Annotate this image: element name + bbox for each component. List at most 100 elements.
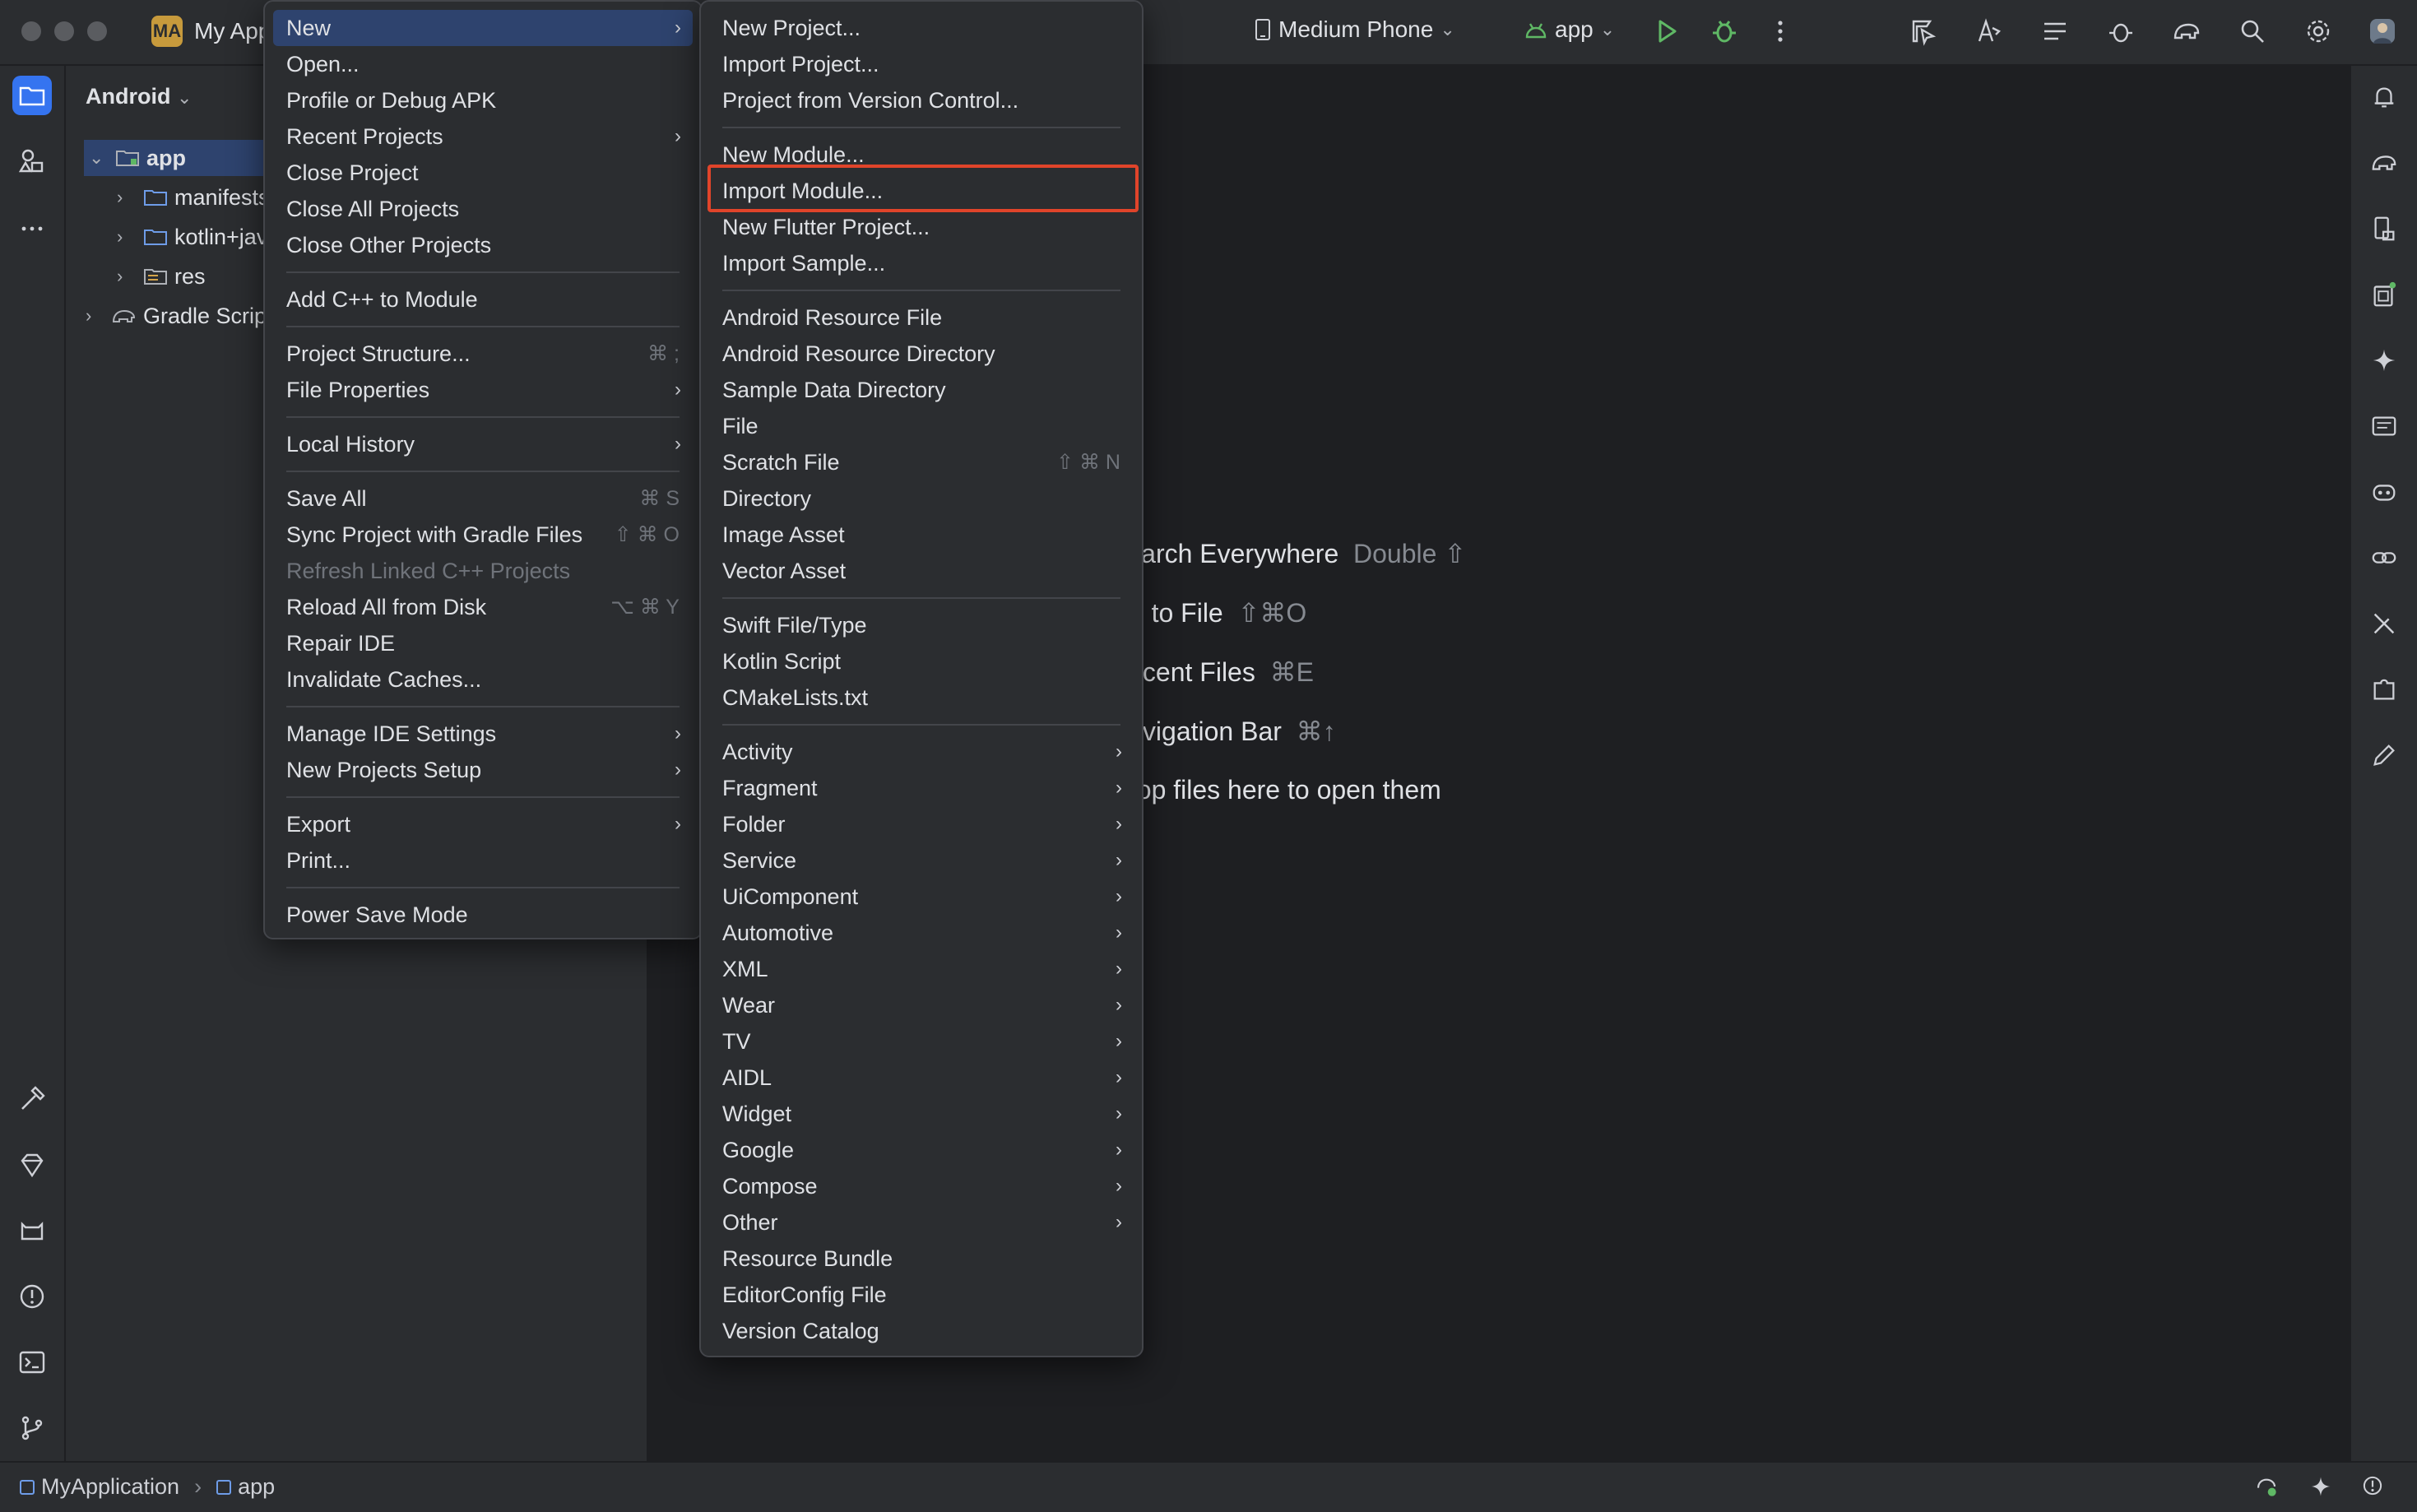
menu-item-folder[interactable]: Folder › [709, 806, 1134, 842]
menu-item-cmakelists[interactable]: CMakeLists.txt [709, 679, 1134, 716]
tree-item-manifests[interactable]: › manifests [117, 179, 270, 216]
tree-item-gradle-scripts[interactable]: › Gradle Scripts [86, 298, 284, 334]
more-tools-button[interactable] [12, 209, 52, 248]
sync-status-button[interactable] [2254, 1474, 2279, 1499]
menu-item-project-structure[interactable]: Project Structure... ⌘ ; [273, 336, 693, 372]
menu-item-uicomponent[interactable]: UiComponent › [709, 879, 1134, 915]
settings-button[interactable] [2300, 13, 2336, 49]
menu-item-service[interactable]: Service › [709, 842, 1134, 879]
menu-item-power-save-mode[interactable]: Power Save Mode [273, 897, 693, 933]
tree-item-kotlin-java[interactable]: › kotlin+java [117, 219, 280, 255]
menu-item-invalidate-caches[interactable]: Invalidate Caches... [273, 661, 693, 698]
logcat-tool-button[interactable] [12, 1211, 52, 1250]
menu-item-recent-projects[interactable]: Recent Projects › [273, 118, 693, 155]
menu-item-version-catalog[interactable]: Version Catalog [709, 1313, 1134, 1349]
menu-item-file-properties[interactable]: File Properties › [273, 372, 693, 408]
menu-item-vector-asset[interactable]: Vector Asset [709, 553, 1134, 589]
menu-item-activity[interactable]: Activity › [709, 734, 1134, 770]
notifications-button[interactable] [2366, 79, 2402, 115]
menu-item-fragment[interactable]: Fragment › [709, 770, 1134, 806]
menu-item-directory[interactable]: Directory [709, 480, 1134, 517]
gem-tool-button[interactable] [12, 1145, 52, 1185]
project-view-selector[interactable]: Android ⌄ [86, 84, 192, 109]
menu-item-import-sample[interactable]: Import Sample... [709, 245, 1134, 281]
app-quality-button[interactable] [2366, 671, 2402, 707]
menu-item-project-from-vcs[interactable]: Project from Version Control... [709, 82, 1134, 118]
device-manager-button[interactable] [2366, 211, 2402, 247]
menu-item-image-asset[interactable]: Image Asset [709, 517, 1134, 553]
structure-button[interactable] [2037, 13, 2073, 49]
menu-item-new-flutter-project[interactable]: New Flutter Project... [709, 209, 1134, 245]
menu-item-import-project[interactable]: Import Project... [709, 46, 1134, 82]
tree-item-res[interactable]: › res [117, 258, 206, 295]
user-avatar[interactable] [2364, 13, 2401, 49]
menu-item-android-resource-file[interactable]: Android Resource File [709, 299, 1134, 336]
copilot-button[interactable] [2366, 474, 2402, 510]
gradle-sync-button[interactable] [2169, 13, 2205, 49]
menu-item-sync-gradle[interactable]: Sync Project with Gradle Files ⇧ ⌘ O [273, 517, 693, 553]
menu-item-reload-from-disk[interactable]: Reload All from Disk ⌥ ⌘ Y [273, 589, 693, 625]
translate-button[interactable] [1971, 13, 2007, 49]
window-close-button[interactable] [21, 21, 41, 41]
menu-item-new-project[interactable]: New Project... [709, 10, 1134, 46]
attach-debugger-button[interactable] [2103, 13, 2139, 49]
menu-item-repair-ide[interactable]: Repair IDE [273, 625, 693, 661]
problems-status-button[interactable] [2361, 1474, 2384, 1497]
apply-changes-button[interactable] [1905, 13, 1941, 49]
search-button[interactable] [2234, 13, 2271, 49]
menu-item-swift-file[interactable]: Swift File/Type [709, 607, 1134, 643]
menu-item-close-project[interactable]: Close Project [273, 155, 693, 191]
menu-item-sample-data-directory[interactable]: Sample Data Directory [709, 372, 1134, 408]
menu-item-local-history[interactable]: Local History › [273, 426, 693, 462]
menu-item-android-resource-directory[interactable]: Android Resource Directory [709, 336, 1134, 372]
menu-item-new[interactable]: New › [273, 10, 693, 46]
menu-item-profile-debug-apk[interactable]: Profile or Debug APK [273, 82, 693, 118]
resource-manager-button[interactable] [12, 141, 52, 181]
gradle-tool-button[interactable] [2366, 145, 2402, 181]
menu-item-tv[interactable]: TV › [709, 1023, 1134, 1060]
build-tool-button[interactable] [12, 1079, 52, 1119]
menu-item-add-cpp[interactable]: Add C++ to Module [273, 281, 693, 318]
menu-item-close-other-projects[interactable]: Close Other Projects [273, 227, 693, 263]
app-links-button[interactable] [2366, 540, 2402, 576]
menu-item-scratch-file[interactable]: Scratch File ⇧ ⌘ N [709, 444, 1134, 480]
window-minimize-button[interactable] [54, 21, 74, 41]
menu-item-file[interactable]: File [709, 408, 1134, 444]
more-actions-button[interactable] [1762, 13, 1798, 49]
menu-item-export[interactable]: Export › [273, 806, 693, 842]
menu-item-resource-bundle[interactable]: Resource Bundle [709, 1241, 1134, 1277]
menu-item-kotlin-script[interactable]: Kotlin Script [709, 643, 1134, 679]
menu-item-compose[interactable]: Compose › [709, 1168, 1134, 1204]
menu-item-open[interactable]: Open... [273, 46, 693, 82]
tools-button[interactable] [2366, 605, 2402, 642]
project-tool-button[interactable] [12, 76, 52, 115]
breadcrumb-project[interactable]: MyApplication [41, 1474, 179, 1500]
running-devices-button[interactable] [2366, 276, 2402, 313]
menu-item-manage-ide-settings[interactable]: Manage IDE Settings › [273, 716, 693, 752]
menu-item-google[interactable]: Google › [709, 1132, 1134, 1168]
menu-item-automotive[interactable]: Automotive › [709, 915, 1134, 951]
run-button[interactable] [1649, 13, 1685, 49]
editor-tool-button[interactable] [2366, 737, 2402, 773]
menu-item-save-all[interactable]: Save All ⌘ S [273, 480, 693, 517]
menu-item-other[interactable]: Other › [709, 1204, 1134, 1241]
run-config-selector[interactable]: app ⌄ [1524, 16, 1615, 43]
menu-item-wear[interactable]: Wear › [709, 987, 1134, 1023]
menu-item-print[interactable]: Print... [273, 842, 693, 879]
menu-item-new-projects-setup[interactable]: New Projects Setup › [273, 752, 693, 788]
problems-tool-button[interactable] [12, 1277, 52, 1316]
menu-item-widget[interactable]: Widget › [709, 1096, 1134, 1132]
layout-inspector-button[interactable] [2366, 408, 2402, 444]
window-zoom-button[interactable] [87, 21, 107, 41]
menu-item-editorconfig-file[interactable]: EditorConfig File [709, 1277, 1134, 1313]
menu-item-close-all-projects[interactable]: Close All Projects [273, 191, 693, 227]
menu-item-xml[interactable]: XML › [709, 951, 1134, 987]
gemini-status-button[interactable] [2308, 1474, 2333, 1499]
menu-item-aidl[interactable]: AIDL › [709, 1060, 1134, 1096]
breadcrumb-module[interactable]: app [238, 1474, 275, 1500]
gemini-button[interactable] [2366, 342, 2402, 378]
debug-button[interactable] [1706, 13, 1742, 49]
project-badge[interactable]: MA [151, 16, 183, 47]
device-selector[interactable]: Medium Phone ⌄ [1254, 16, 1455, 43]
terminal-tool-button[interactable] [12, 1343, 52, 1382]
